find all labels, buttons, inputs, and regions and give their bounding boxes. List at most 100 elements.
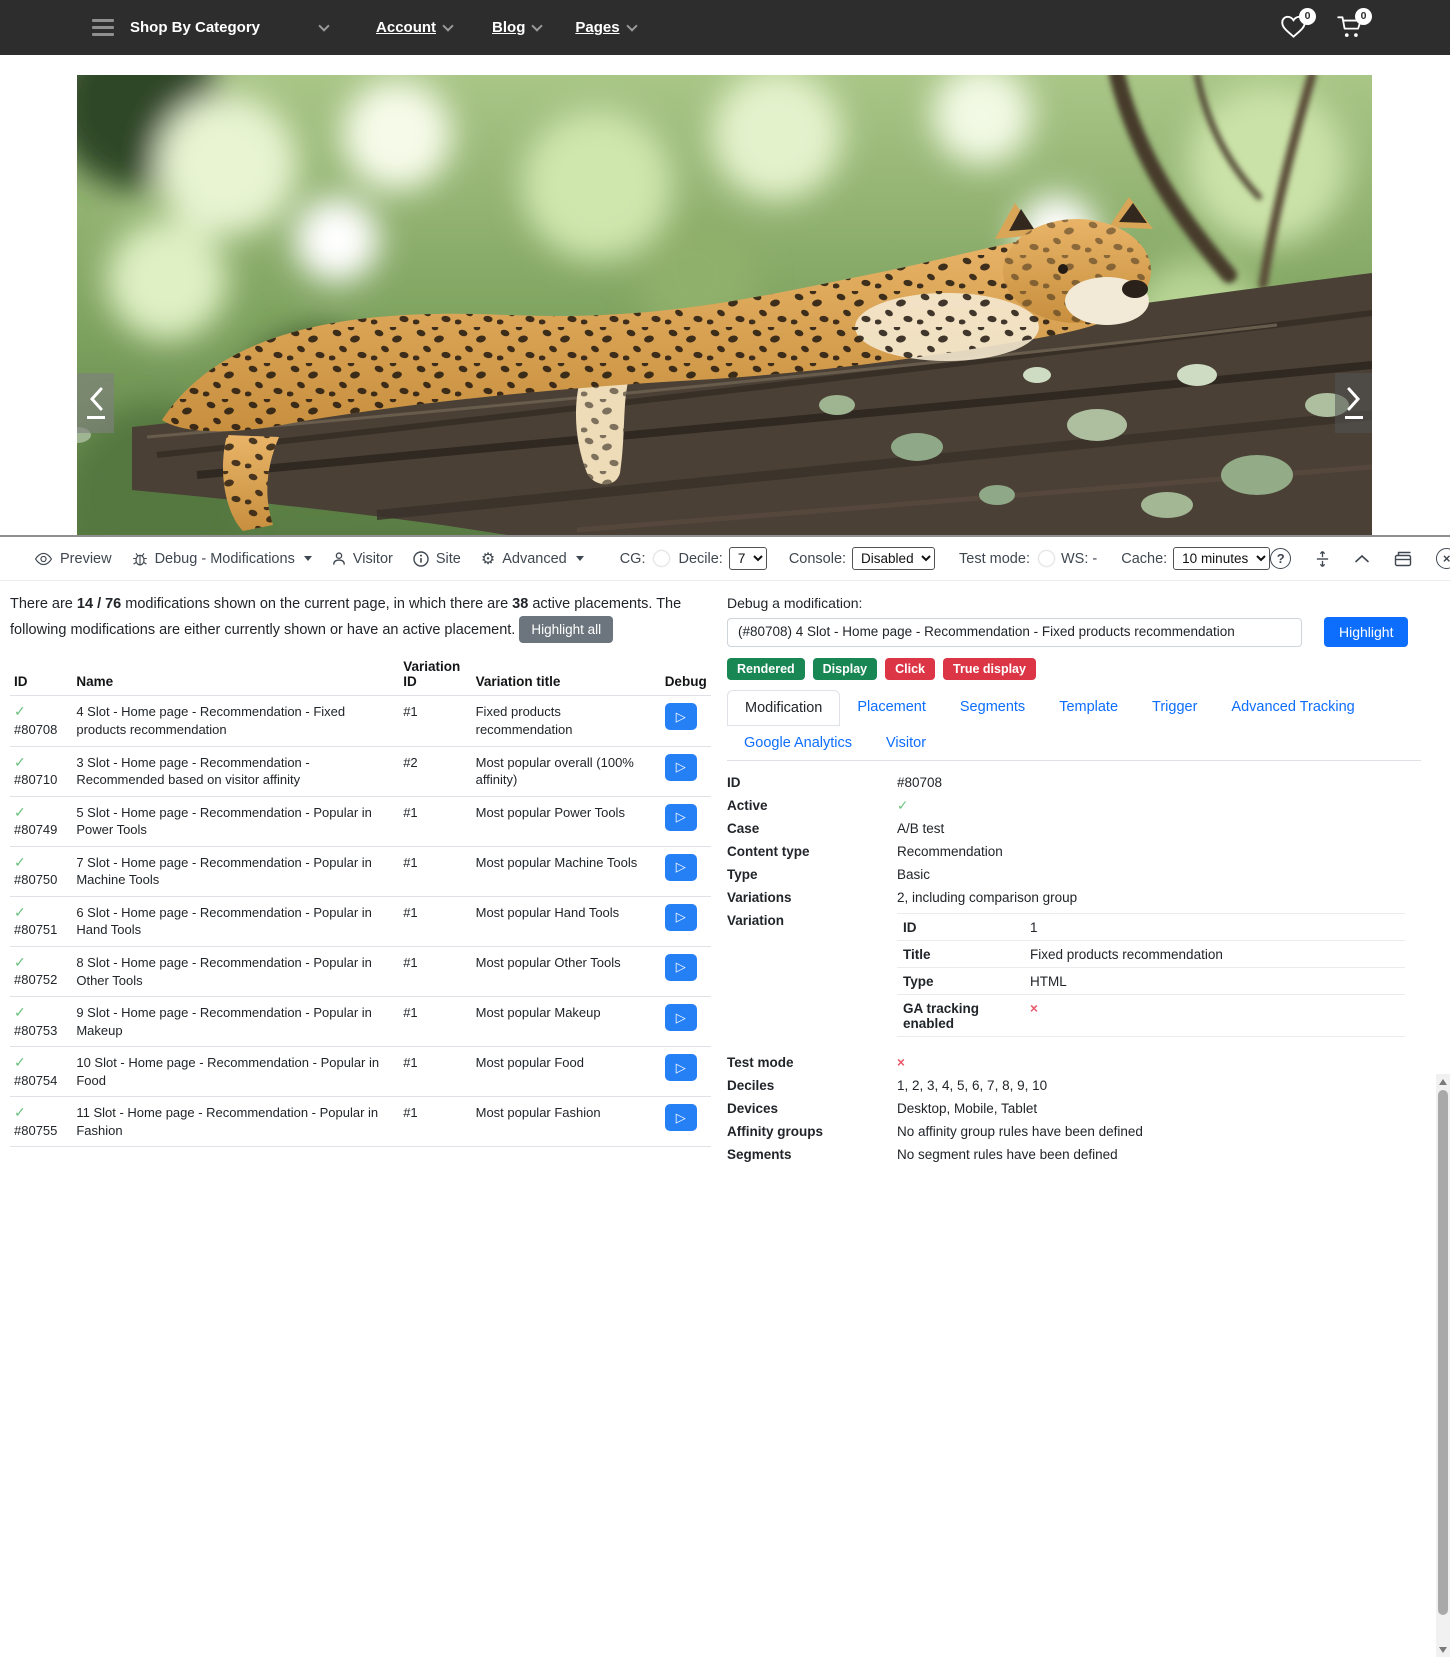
decile-select[interactable]: 7 <box>729 547 767 570</box>
table-row: ✓#80755 11 Slot - Home page - Recommenda… <box>10 1097 711 1147</box>
triangle-down-icon <box>1439 1647 1447 1653</box>
play-icon: ▷ <box>676 909 686 925</box>
play-icon: ▷ <box>676 759 686 775</box>
close-panel-button[interactable]: × <box>1436 548 1450 569</box>
debug-row-button[interactable]: ▷ <box>665 904 697 931</box>
detail-label-deciles: Deciles <box>727 1078 897 1093</box>
chevron-up-icon <box>1354 554 1370 563</box>
hero-carousel-image <box>77 75 1372 535</box>
variation-id-label: ID <box>903 920 1030 935</box>
carousel-next-button[interactable] <box>1335 373 1372 433</box>
detail-label-devices: Devices <box>727 1101 897 1116</box>
tab-placement[interactable]: Placement <box>840 690 943 726</box>
modifications-table: ID Name Variation ID Variation title Deb… <box>10 653 711 1147</box>
variation-id-value: 1 <box>1030 920 1038 935</box>
tab-visitor[interactable]: Visitor <box>869 726 943 760</box>
debug-row-button[interactable]: ▷ <box>665 703 697 730</box>
chevron-down-icon <box>626 20 637 31</box>
tab-advanced-tracking[interactable]: Advanced Tracking <box>1214 690 1371 726</box>
wishlist-heart-icon[interactable]: 0 <box>1280 14 1308 42</box>
nav-link-pages[interactable]: Pages <box>575 19 619 36</box>
detail-value-variations: 2, including comparison group <box>897 890 1077 905</box>
tab-modification[interactable]: Modification <box>727 690 840 726</box>
tab-template[interactable]: Template <box>1042 690 1135 726</box>
site-button[interactable]: Site <box>413 551 461 567</box>
nav-link-account[interactable]: Account <box>376 19 436 36</box>
console-select[interactable]: Disabled <box>852 547 935 570</box>
play-icon: ▷ <box>676 959 686 975</box>
play-icon: ▷ <box>676 709 686 725</box>
debug-row-button[interactable]: ▷ <box>665 1054 697 1081</box>
highlight-all-button[interactable]: Highlight all <box>519 616 613 643</box>
chevron-down-icon <box>442 20 453 31</box>
cache-select[interactable]: 10 minutes <box>1173 547 1270 570</box>
tab-trigger[interactable]: Trigger <box>1135 690 1214 726</box>
debug-row-button[interactable]: ▷ <box>665 1104 697 1131</box>
highlight-button[interactable]: Highlight <box>1324 617 1408 647</box>
caret-down-icon <box>576 556 584 561</box>
detail-value-segments: No segment rules have been defined <box>897 1147 1118 1162</box>
tab-google-analytics[interactable]: Google Analytics <box>727 726 869 760</box>
debug-modifications-dropdown[interactable]: Debug - Modifications <box>132 550 312 567</box>
cart-count-badge: 0 <box>1355 8 1372 25</box>
cart-icon[interactable]: 0 <box>1336 14 1364 42</box>
scrollbar-thumb[interactable] <box>1438 1090 1448 1615</box>
hamburger-menu-icon[interactable] <box>92 19 114 36</box>
shop-by-category-menu[interactable]: Shop By Category <box>130 19 260 36</box>
chevron-down-icon <box>318 20 329 31</box>
play-icon: ▷ <box>676 1110 686 1126</box>
active-check-icon: ✓ <box>14 954 68 972</box>
nav-link-blog[interactable]: Blog <box>492 19 525 36</box>
visitor-button[interactable]: Visitor <box>332 551 393 567</box>
console-label: Console: <box>789 551 846 567</box>
play-icon: ▷ <box>676 1010 686 1026</box>
collapse-panel-button[interactable] <box>1354 554 1370 563</box>
active-check-icon: ✓ <box>14 854 68 872</box>
detail-value-devices: Desktop, Mobile, Tablet <box>897 1101 1037 1116</box>
debug-row-button[interactable]: ▷ <box>665 954 697 981</box>
modification-details: ID#80708 Active✓ CaseA/B test Content ty… <box>727 775 1418 1170</box>
advanced-dropdown[interactable]: ⚙ Advanced <box>481 549 584 569</box>
detail-value-affinity-groups: No affinity group rules have been define… <box>897 1124 1143 1139</box>
question-icon: ? <box>1277 551 1285 566</box>
detach-window-button[interactable] <box>1394 551 1412 567</box>
wishlist-count-badge: 0 <box>1299 8 1316 25</box>
debug-row-button[interactable]: ▷ <box>665 854 697 881</box>
detail-label-id: ID <box>727 775 897 790</box>
active-check-icon: ✓ <box>14 1004 68 1022</box>
table-row: ✓#80708 4 Slot - Home page - Recommendat… <box>10 696 711 746</box>
panel-scrollbar[interactable] <box>1436 1074 1450 1657</box>
help-button[interactable]: ? <box>1270 548 1291 569</box>
play-icon: ▷ <box>676 809 686 825</box>
active-check-icon: ✓ <box>14 1054 68 1072</box>
tab-segments[interactable]: Segments <box>943 690 1042 726</box>
debug-row-button[interactable]: ▷ <box>665 1004 697 1031</box>
detail-label-content-type: Content type <box>727 844 897 859</box>
debug-row-button[interactable]: ▷ <box>665 754 697 781</box>
test-mode-label: Test mode: <box>959 551 1030 567</box>
variation-subtable: ID1 TitleFixed products recommendation T… <box>897 913 1405 1037</box>
resize-panel-button[interactable] <box>1315 550 1330 568</box>
vertical-resize-icon <box>1315 550 1330 568</box>
scroll-down-button[interactable] <box>1436 1642 1450 1657</box>
detail-label-segments: Segments <box>727 1147 897 1162</box>
eye-icon <box>34 552 53 566</box>
modification-select[interactable]: (#80708) 4 Slot - Home page - Recommenda… <box>727 618 1302 647</box>
info-icon <box>413 551 429 567</box>
preview-button[interactable]: Preview <box>34 551 112 567</box>
detail-label-case: Case <box>727 821 897 836</box>
table-row: ✓#80750 7 Slot - Home page - Recommendat… <box>10 846 711 896</box>
cross-icon: × <box>1030 1001 1038 1031</box>
detail-value-type: Basic <box>897 867 930 882</box>
top-navigation: Shop By Category Account Blog Pages 0 0 <box>0 0 1450 55</box>
scroll-up-button[interactable] <box>1436 1074 1450 1089</box>
play-icon: ▷ <box>676 1060 686 1076</box>
debug-row-button[interactable]: ▷ <box>665 804 697 831</box>
debug-panel: Preview Debug - Modifications Visitor Si… <box>0 535 1450 1120</box>
carousel-prev-button[interactable] <box>77 373 114 433</box>
modification-inspector-section: Debug a modification: (#80708) 4 Slot - … <box>717 581 1436 1170</box>
chevron-left-icon <box>88 387 104 411</box>
detail-label-affinity-groups: Affinity groups <box>727 1124 897 1139</box>
variation-type-label: Type <box>903 974 1030 989</box>
debug-a-modification-label: Debug a modification: <box>727 595 1418 611</box>
